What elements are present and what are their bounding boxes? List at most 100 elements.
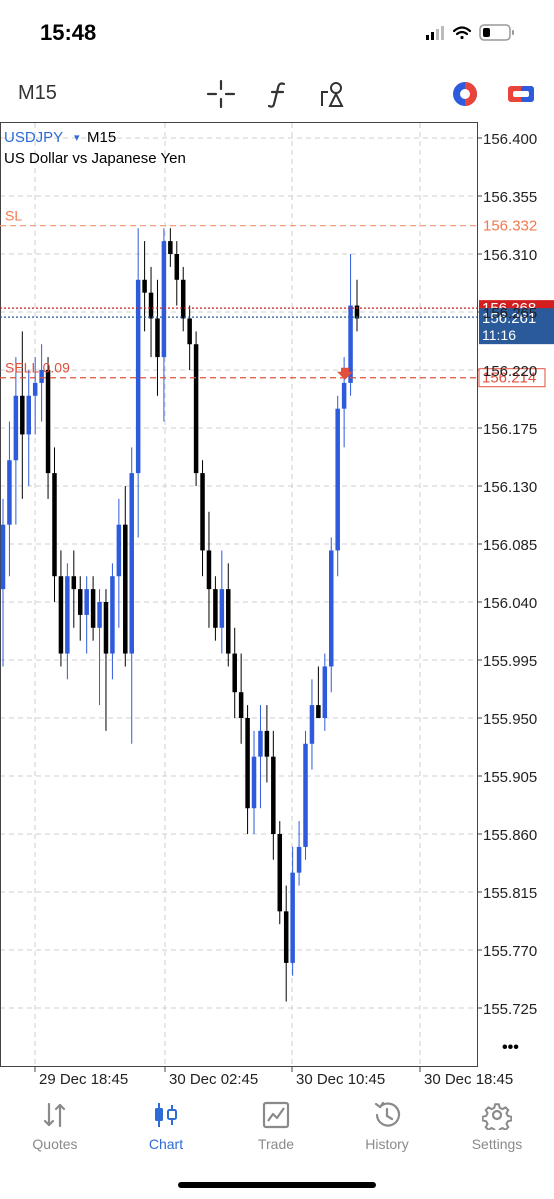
sl-price-label: 156.332 (483, 218, 537, 235)
candle-bull (26, 395, 31, 435)
price-chart[interactable]: SL156.332156.268156.26111:16156.214SELL … (0, 122, 554, 1092)
candle-bull (290, 872, 295, 963)
symbol-label[interactable]: USDJPY (4, 129, 63, 146)
home-indicator (178, 1182, 376, 1188)
price-tick-label: 156.130 (483, 479, 537, 496)
tab-label-chart: Chart (148, 1136, 184, 1152)
quotes-icon (43, 1102, 66, 1128)
candle-bull (251, 756, 257, 809)
candle-bear (232, 653, 237, 693)
candle-bear (245, 718, 250, 809)
candle-bull (341, 382, 347, 409)
tab-quotes[interactable]: Quotes (0, 1092, 110, 1162)
candle-bull (84, 589, 89, 615)
objects-icon[interactable] (318, 78, 350, 110)
symbol-description: US Dollar vs Japanese Yen (4, 150, 186, 167)
candle-bear (168, 241, 173, 254)
candle-bear (45, 370, 51, 474)
history-icon (374, 1101, 401, 1127)
candle-bull (309, 705, 315, 744)
tab-history[interactable]: History (332, 1092, 442, 1162)
time-tick-label: 29 Dec 18:45 (39, 1071, 128, 1088)
tab-label-settings: Settings (471, 1136, 523, 1152)
candle-bear (52, 473, 57, 577)
time-tick-label: 30 Dec 10:45 (296, 1071, 385, 1088)
candle-bear (277, 834, 283, 912)
chart-timeframe: M15 (87, 129, 116, 146)
candle-bear (90, 589, 96, 628)
candle-bear (174, 254, 180, 280)
time-tick-label: 30 Dec 02:45 (169, 1071, 258, 1088)
bottom-tab-bar: Quotes Chart Trade History Settings (0, 1092, 554, 1162)
sl-label: SL (5, 208, 22, 224)
candle-bear (226, 589, 231, 654)
price-tick-label: 156.400 (483, 131, 537, 148)
candle-bear (193, 344, 199, 474)
indicators-icon[interactable] (262, 78, 294, 110)
timeframe-selector[interactable]: M15 (18, 82, 57, 105)
tab-label-quotes: Quotes (32, 1136, 78, 1152)
trade-tab-icon (262, 1101, 290, 1129)
candle-bear (213, 589, 218, 628)
candle-bear (200, 473, 205, 551)
candle-bull (329, 550, 334, 667)
tab-settings[interactable]: Settings (442, 1092, 552, 1162)
candle-bear (180, 279, 186, 319)
candle-bull (322, 666, 328, 718)
price-tick-label: 156.355 (483, 189, 537, 206)
price-tick-label: 156.220 (483, 363, 537, 380)
candle-bear (142, 279, 147, 293)
candle-bear (103, 602, 109, 654)
candle-bull (32, 382, 38, 396)
candle-bear (271, 756, 276, 834)
candle-bull (13, 395, 19, 461)
candle-bull (296, 846, 302, 873)
candle-bear (206, 550, 212, 590)
price-tick-label: 155.905 (483, 769, 537, 786)
tab-label-trade: Trade (257, 1136, 295, 1152)
tab-trade[interactable]: Trade (221, 1092, 331, 1162)
price-tick-label: 155.860 (483, 827, 537, 844)
tab-chart[interactable]: Chart (111, 1092, 221, 1162)
candle-bull (258, 730, 263, 757)
status-icons (426, 22, 526, 44)
candle-bull (303, 743, 308, 847)
price-tick-label: 155.770 (483, 943, 537, 960)
price-tick-label: 156.040 (483, 595, 537, 612)
candle-bear (187, 318, 192, 345)
candle-bull (116, 524, 122, 577)
candle-bear (316, 705, 321, 718)
candle-bear (71, 576, 77, 590)
candle-bull (110, 576, 115, 654)
battery-icon (479, 24, 514, 41)
settings-icon (482, 1103, 512, 1130)
status-time: 15:48 (40, 20, 97, 45)
candle-bear (20, 395, 25, 435)
chart-icon (155, 1103, 177, 1127)
candle-bull (7, 460, 12, 525)
price-tick-label: 155.995 (483, 653, 537, 670)
candle-bear (58, 576, 64, 654)
more-options-icon[interactable]: ••• (502, 1039, 519, 1056)
price-tick-label: 156.175 (483, 421, 537, 438)
candle-bull (219, 589, 225, 628)
candle-bear (155, 318, 160, 358)
price-tick-label: 156.310 (483, 247, 537, 264)
color-theme-icon[interactable] (449, 78, 481, 110)
bar-countdown-label: 11:16 (482, 327, 516, 343)
crosshair-icon[interactable] (205, 78, 237, 110)
candle-bull (161, 241, 167, 358)
trade-icon[interactable] (505, 78, 537, 110)
candle-bear (238, 692, 244, 718)
symbol-dropdown-icon[interactable]: ▾ (74, 132, 80, 144)
time-tick-label: 30 Dec 18:45 (424, 1071, 513, 1088)
price-tick-label: 156.265 (483, 305, 537, 322)
candle-bull (129, 473, 134, 654)
candle-bull (97, 602, 102, 628)
candle-bear (283, 911, 289, 963)
signal-icon (426, 26, 444, 40)
tab-label-history: History (365, 1136, 409, 1152)
wifi-icon (452, 26, 472, 40)
candle-bull (335, 408, 340, 551)
price-tick-label: 155.950 (483, 711, 537, 728)
